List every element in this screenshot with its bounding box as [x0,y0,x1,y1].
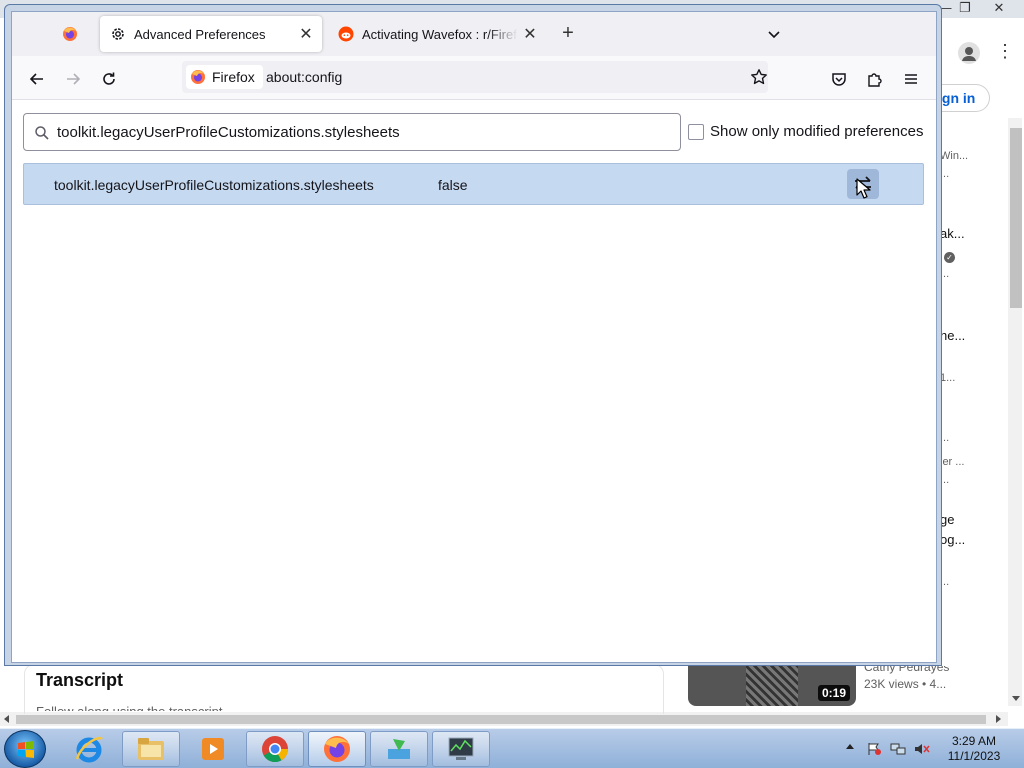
bookmark-star-icon[interactable] [750,68,768,86]
search-input-value: toolkit.legacyUserProfileCustomizations.… [57,124,400,141]
scroll-down-icon[interactable] [1012,696,1020,701]
sidebar-fragment: ge [940,512,955,527]
video-duration-badge: 0:19 [818,685,851,701]
volume-muted-icon[interactable] [914,742,930,756]
search-icon [34,125,50,141]
background-close-button[interactable]: ✕ [984,0,1014,16]
navigation-toolbar: Firefox about:config [12,56,936,100]
sidebar-fragment: ... [940,474,950,486]
clock-time: 3:29 AM [951,734,997,748]
tab-reddit[interactable]: Activating Wavefox : r/FirefoxCSS ✕ [328,16,546,52]
show-modified-label[interactable]: Show only modified preferences [710,123,923,140]
list-all-tabs-chevron-down-icon[interactable] [766,26,782,42]
taskbar: 3:29 AM 11/1/2023 [0,728,1024,768]
firefox-client-area: Advanced Preferences ✕ Activating Wavefo… [11,11,937,663]
sidebar-fragment: og... [940,532,966,547]
identity-label: Firefox [212,69,255,85]
horizontal-scrollbar-thumb[interactable] [16,715,986,724]
video-thumbnail-image [746,664,798,706]
installer-taskbar-icon[interactable] [370,731,428,767]
sidebar-fragment: 1... [940,372,956,384]
address-bar[interactable]: Firefox about:config [182,61,768,93]
firefox-taskbar-icon[interactable] [308,731,366,767]
preference-value: false [438,177,468,193]
reddit-icon [338,26,354,42]
system-clock[interactable]: 3:29 AM 11/1/2023 [942,734,1006,764]
reload-icon[interactable] [98,68,120,90]
about-config-page: toolkit.legacyUserProfileCustomizations.… [12,100,936,662]
hamburger-menu-icon[interactable] [900,68,922,90]
show-hidden-icons-icon[interactable] [846,744,854,749]
preference-name: toolkit.legacyUserProfileCustomizations.… [54,177,374,193]
preference-search-input[interactable]: toolkit.legacyUserProfileCustomizations.… [23,113,681,151]
video-views: 23K views • 4... [864,677,947,691]
forward-arrow-icon[interactable] [62,68,84,90]
sidebar-fragment: ... [940,268,950,280]
account-avatar[interactable] [958,42,980,64]
start-button[interactable] [4,730,46,768]
close-tab-icon[interactable]: ✕ [294,24,318,44]
tab-label: Advanced Preferences [134,26,266,42]
kebab-menu-icon[interactable]: ⋮ [996,42,1014,62]
media-player-taskbar-icon[interactable] [184,731,242,767]
pocket-icon[interactable] [828,68,850,90]
preference-row[interactable]: toolkit.legacyUserProfileCustomizations.… [23,163,924,205]
scroll-left-icon[interactable] [4,715,9,723]
tab-bar: Advanced Preferences ✕ Activating Wavefo… [12,12,936,56]
sidebar-fragment: Win... [940,150,969,162]
mouse-cursor-icon [856,178,872,200]
sidebar-fragment: ... [940,168,950,180]
firefox-window: — ❐ ✕ Advanced Preferences ✕ Activat [4,4,942,666]
internet-explorer-taskbar-icon[interactable] [60,731,118,767]
sidebar-fragment: ... [940,432,950,444]
network-icon[interactable] [890,742,906,756]
sign-in-button[interactable]: ign in [936,84,990,112]
extensions-puzzle-icon[interactable] [864,68,886,90]
chrome-taskbar-icon[interactable] [246,731,304,767]
action-center-flag-icon[interactable] [866,742,882,756]
tab-label: Activating Wavefox : r/FirefoxCSS [362,26,518,42]
background-restore-button[interactable]: ❐ [950,0,980,16]
tab-firefox-pinned[interactable] [50,16,98,52]
verified-icon: ✓ [944,252,955,263]
sidebar-fragment: ler ... [940,456,965,468]
firefox-icon [62,26,78,42]
close-tab-icon[interactable]: ✕ [518,24,542,44]
gear-icon [110,26,126,42]
site-identity-button[interactable]: Firefox [186,65,263,89]
clock-date: 11/1/2023 [947,749,1001,763]
new-tab-button[interactable]: + [558,23,578,44]
vertical-scrollbar-thumb[interactable] [1010,128,1022,308]
task-manager-taskbar-icon[interactable] [432,731,490,767]
sidebar-fragment: ak... [940,226,965,241]
tab-advanced-preferences[interactable]: Advanced Preferences ✕ [100,16,322,52]
transcript-title: Transcript [36,670,124,690]
back-arrow-icon[interactable] [26,68,48,90]
windows-logo-icon [18,741,34,758]
scroll-right-icon[interactable] [996,715,1001,723]
show-modified-checkbox[interactable] [688,124,704,140]
sidebar-fragment: he... [940,328,966,343]
firefox-icon [190,69,206,85]
sidebar-fragment: ... [940,576,950,588]
url-text[interactable]: about:config [266,69,342,85]
file-explorer-taskbar-icon[interactable] [122,731,180,767]
